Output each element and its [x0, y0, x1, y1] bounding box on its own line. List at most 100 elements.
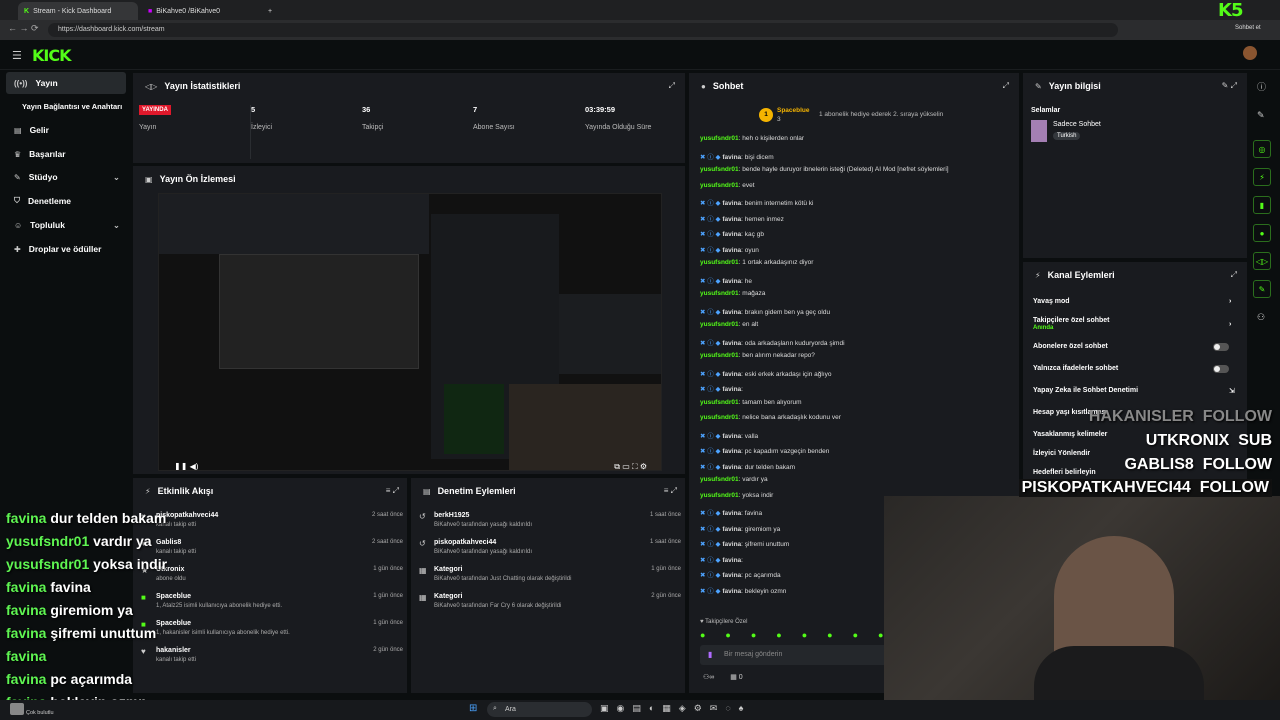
chat-username[interactable]: yusufsndr01	[700, 476, 739, 483]
sidebar-item-topluluk[interactable]: ☺ Topluluk ⌄	[6, 214, 126, 236]
chat-message: ✖ ⓘ ◆ favina: oda arkadaşların kuduryord…	[700, 339, 845, 347]
chat-username[interactable]: favina	[722, 557, 741, 564]
stream-preview-panel: ▣ Yayın Ön İzlemesi ❚❚ ◀) ⧉ ▭ ⛶ ⚙	[133, 166, 685, 474]
browser-tab-bikahve[interactable]: ■ BiKahve0 /BiKahve0	[142, 2, 260, 20]
chat-icon: ●	[701, 81, 706, 91]
chat-username[interactable]: favina	[722, 386, 741, 393]
chat-username[interactable]: favina	[722, 247, 741, 254]
chat-header: ● Sohbet	[701, 81, 744, 91]
chat-text: pc kapadım vazgeçin benden	[744, 448, 830, 455]
sidebar-item-studyo[interactable]: ✎ Stüdyo ⌄	[6, 166, 126, 188]
chat-username[interactable]: favina	[722, 154, 741, 161]
user-badges-icon: ✖ ⓘ ◆	[700, 308, 723, 316]
info-icon[interactable]: ⓘ	[1257, 80, 1266, 93]
chat-text: vardır ya	[742, 476, 768, 483]
share-icon[interactable]: ⚇	[1257, 312, 1265, 323]
chat-username[interactable]: favina	[722, 200, 741, 207]
rail-button-4[interactable]: ●	[1253, 224, 1271, 242]
webcam-overlay	[884, 496, 1280, 720]
chat-username[interactable]: favina	[722, 448, 741, 455]
activity-feed-panel: ⚡ Etkinlik Akışı ≡ ⤢ ♥ piskopatkahveci44…	[133, 478, 407, 693]
user-badges-icon: ✖ ⓘ ◆	[700, 246, 723, 254]
player-controls-icon[interactable]: ⧉ ▭ ⛶ ⚙	[614, 462, 647, 470]
taskbar-search[interactable]: ⌕ Ara	[487, 702, 592, 717]
chat-message: yusufsndr01: vardır ya	[700, 476, 768, 483]
chat-username[interactable]: favina	[722, 588, 741, 595]
gift-counter-icon[interactable]: ▦	[730, 674, 737, 681]
new-tab-button[interactable]: +	[262, 2, 278, 20]
overlay-chat-line: favina şifremi unuttum	[6, 625, 156, 641]
chat-username[interactable]: favina	[722, 433, 741, 440]
pause-icon[interactable]: ❚❚ ◀)	[174, 462, 198, 470]
avatar[interactable]	[1243, 46, 1257, 60]
chat-text: ben alırım nekadar repo?	[742, 352, 815, 359]
emotes-only-toggle[interactable]	[1213, 365, 1229, 373]
chat-username[interactable]: yusufsndr01	[700, 321, 739, 328]
rail-button-2[interactable]: ⚡	[1253, 168, 1271, 186]
chat-username[interactable]: yusufsndr01	[700, 399, 739, 406]
chat-text: benim internetim kötü ki	[744, 200, 814, 207]
filter-expand-icon[interactable]: ≡ ⤢	[664, 486, 677, 496]
overlay-username: yusufsndr01	[6, 533, 90, 549]
subscribers-only-toggle[interactable]	[1213, 343, 1229, 351]
action-ai-moderation[interactable]: Yapay Zeka ile Sohbet Denetimi ⇲	[1033, 387, 1235, 395]
chat-text: 1 ortak arkadaşınız diyor	[742, 259, 814, 266]
sidebar-item-droplar[interactable]: ✚ Droplar ve ödüller	[6, 238, 126, 260]
chat-username[interactable]: yusufsndr01	[700, 290, 739, 297]
chat-username[interactable]: favina	[722, 541, 741, 548]
chat-username[interactable]: yusufsndr01	[700, 259, 739, 266]
sidebar-item-stream-key[interactable]: Yayın Bağlantısı ve Anahtarı	[6, 95, 126, 117]
chat-button[interactable]: Sohbet et	[1235, 25, 1261, 31]
expand-icon[interactable]: ⤢	[669, 81, 675, 91]
stat-live: YAYINDA Yayın	[139, 105, 239, 159]
sidebar-item-basarilar[interactable]: ♛ Başarılar	[6, 143, 126, 165]
chat-username[interactable]: yusufsndr01	[700, 182, 739, 189]
chat-username[interactable]: favina	[722, 526, 741, 533]
preview-video[interactable]: ❚❚ ◀) ⧉ ▭ ⛶ ⚙	[158, 193, 662, 471]
chat-username[interactable]: favina	[722, 464, 741, 471]
overlay-chat-line: favina giremiom ya	[6, 602, 133, 618]
chat-username[interactable]: yusufsndr01	[700, 492, 739, 499]
rail-button-6[interactable]: ✎	[1253, 280, 1271, 298]
back-forward-icon[interactable]: ← → ⟳	[8, 23, 39, 34]
sidebar-item-denetleme[interactable]: ⛉ Denetleme	[6, 190, 126, 212]
address-bar[interactable]: https://dashboard.kick.com/stream	[48, 23, 1118, 37]
chat-username[interactable]: favina	[722, 216, 741, 223]
chat-username[interactable]: yusufsndr01	[700, 352, 739, 359]
taskbar-apps-icon[interactable]: ▣◉▤◐▦◈⚙✉◌♠	[600, 703, 751, 714]
chat-username[interactable]: favina	[722, 371, 741, 378]
action-subscribers-only[interactable]: Abonelere özel sohbet	[1033, 343, 1233, 351]
sidebar-item-gelir[interactable]: ▤ Gelir	[6, 119, 126, 141]
rail-button-5[interactable]: ◁▷	[1253, 252, 1271, 270]
action-emotes-only[interactable]: Yalnızca ifadelerle sohbet	[1033, 365, 1233, 373]
expand-icon[interactable]: ⤢	[1003, 81, 1009, 91]
chat-username[interactable]: favina	[722, 572, 741, 579]
chat-username[interactable]: yusufsndr01	[700, 135, 739, 142]
edit-expand-icon[interactable]: ✎ ⤢	[1222, 81, 1237, 91]
chat-message: yusufsndr01: nelice bana arkadaşlık kodu…	[700, 414, 841, 421]
chat-username[interactable]: favina	[722, 340, 741, 347]
expand-icon[interactable]: ⤢	[1231, 270, 1237, 280]
action-slow-mode[interactable]: Yavaş mod ›	[1033, 298, 1233, 305]
browser-tab-kick-dashboard[interactable]: K Stream - Kick Dashboard	[18, 2, 138, 20]
chat-username[interactable]: favina	[722, 278, 741, 285]
filter-expand-icon[interactable]: ≡ ⤢	[386, 486, 399, 496]
overlay-text: favina	[50, 579, 91, 595]
windows-start-icon[interactable]: ⊞	[469, 703, 477, 714]
pencil-icon[interactable]: ✎	[1257, 110, 1265, 121]
rail-button-3[interactable]: ▮	[1253, 196, 1271, 214]
chat-text: giremiom ya	[744, 525, 781, 533]
rail-button-1[interactable]: ◎	[1253, 140, 1271, 158]
kick-logo[interactable]: KICK	[32, 46, 71, 65]
chat-username[interactable]: favina	[722, 231, 741, 238]
followers-only-label: ♥ Takipçilere Özel	[700, 619, 748, 625]
action-followers-only[interactable]: Takipçilere özel sohbet Anında ›	[1033, 317, 1233, 331]
activity-header: ⚡ Etkinlik Akışı	[145, 486, 214, 496]
chat-username[interactable]: favina	[722, 309, 741, 316]
chat-username[interactable]: favina	[722, 510, 741, 517]
sidebar-item-yayin[interactable]: ((•)) Yayın	[6, 72, 126, 94]
users-icon[interactable]: ⚇∞	[703, 674, 714, 681]
chat-username[interactable]: yusufsndr01	[700, 166, 739, 173]
chat-username[interactable]: yusufsndr01	[700, 414, 739, 421]
menu-icon[interactable]: ☰	[12, 49, 22, 62]
